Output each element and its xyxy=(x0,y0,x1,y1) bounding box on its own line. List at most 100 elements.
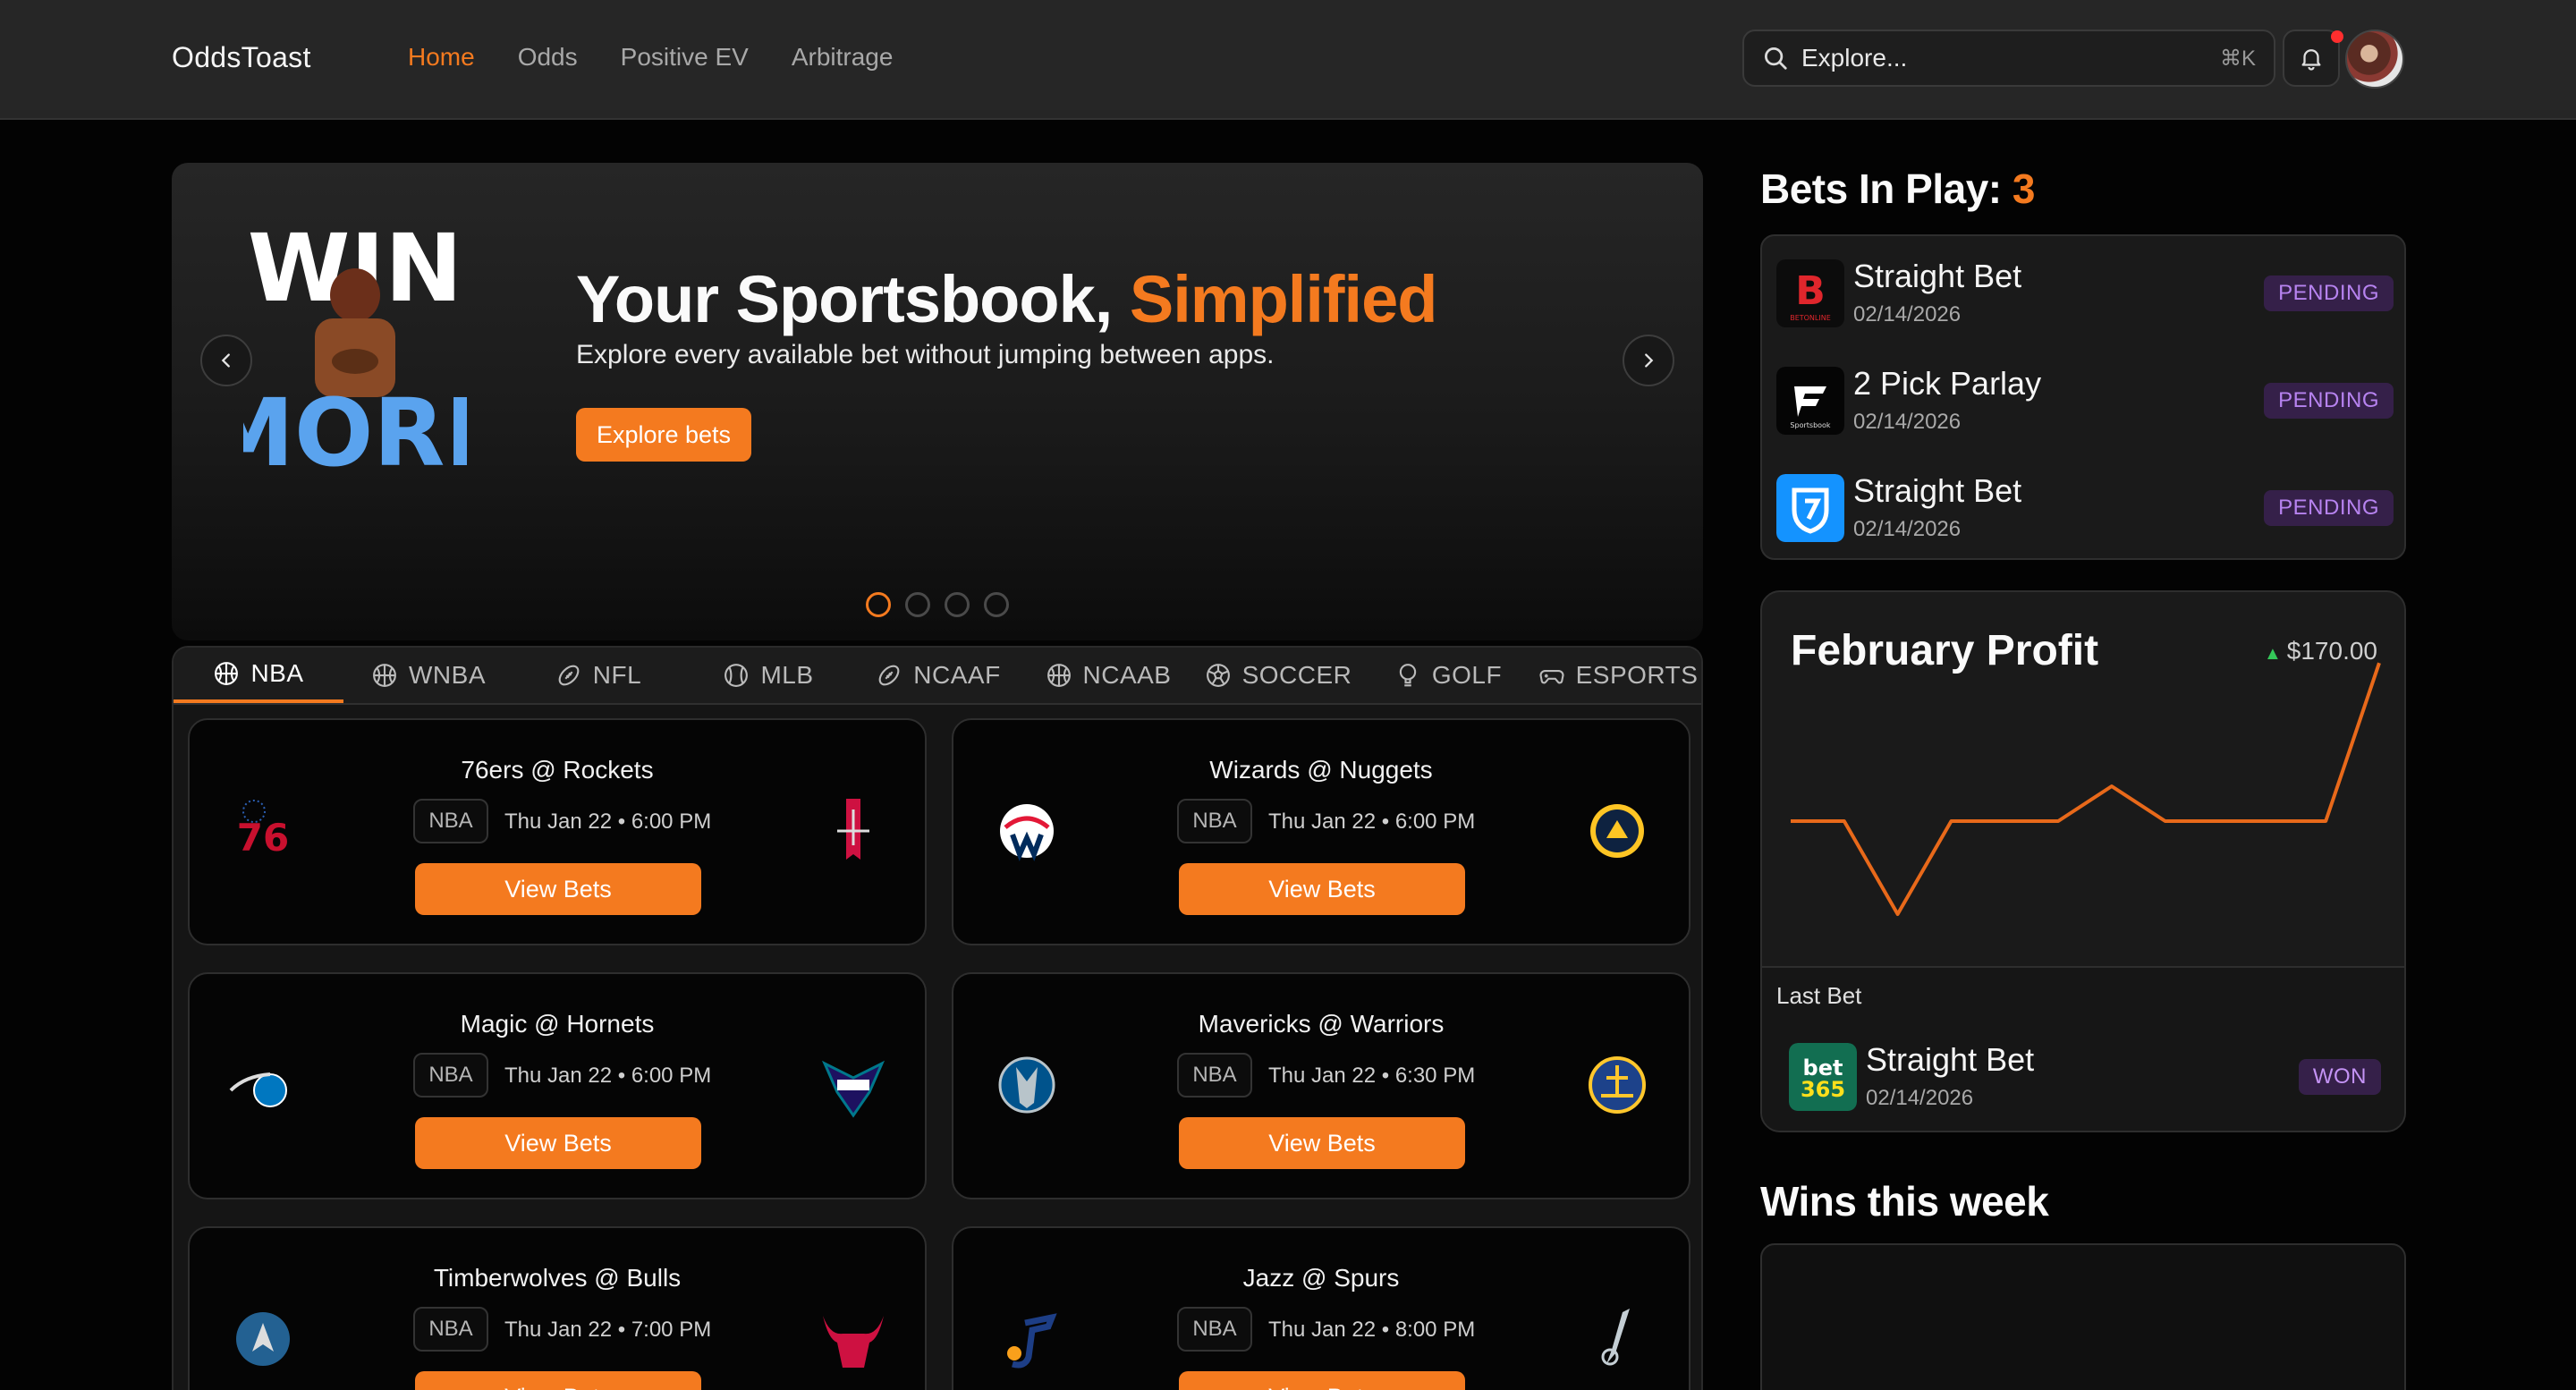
hero-title: Your Sportsbook, Simplified xyxy=(576,261,1438,337)
notification-dot xyxy=(2331,30,2343,43)
league-badge: NBA xyxy=(1177,1307,1252,1352)
tab-nfl[interactable]: NFL xyxy=(513,648,683,703)
basketball-icon xyxy=(215,662,239,685)
view-bets-button[interactable]: View Bets xyxy=(415,1371,701,1390)
search-icon xyxy=(1765,47,1787,70)
view-bets-button[interactable]: View Bets xyxy=(1179,1371,1465,1390)
game-card: Wizards @ Nuggets NBA Thu Jan 22 • 6:00 … xyxy=(952,718,1690,945)
tab-label: GOLF xyxy=(1431,661,1503,689)
bet-type: Straight Bet xyxy=(1853,472,2022,509)
spurs-logo-icon xyxy=(1601,1309,1630,1366)
svg-text:BETONLINE: BETONLINE xyxy=(1790,314,1831,322)
status-badge: PENDING xyxy=(2264,490,2394,526)
game-time: Thu Jan 22 • 6:00 PM xyxy=(504,809,712,834)
carousel-next-button[interactable] xyxy=(1623,335,1674,386)
bet-type: 2 Pick Parlay xyxy=(1853,365,2042,402)
league-badge: NBA xyxy=(1177,1053,1252,1098)
explore-bets-button[interactable]: Explore bets xyxy=(576,408,751,462)
tab-wnba[interactable]: WNBA xyxy=(343,648,513,703)
status-badge: PENDING xyxy=(2264,275,2394,311)
promo-text-more: MORE xyxy=(243,378,467,481)
chevron-left-icon xyxy=(221,353,230,368)
bet-item[interactable]: B BETONLINE Straight Bet 02/14/2026 PEND… xyxy=(1776,256,2394,327)
tab-label: NCAAF xyxy=(913,661,1001,689)
svg-text:Sportsbook: Sportsbook xyxy=(1790,421,1831,429)
bet-type: Straight Bet xyxy=(1866,1041,2035,1078)
tab-label: NBA xyxy=(250,659,304,687)
rockets-logo-icon xyxy=(837,799,869,860)
fanatics-logo: Sportsbook xyxy=(1776,367,1844,435)
user-avatar[interactable] xyxy=(2345,30,2404,89)
svg-text:76: 76 xyxy=(237,816,289,860)
status-badge: WON xyxy=(2298,1059,2381,1095)
bet365-logo: bet 365 xyxy=(1789,1043,1857,1111)
game-time: Thu Jan 22 • 6:00 PM xyxy=(1268,809,1476,834)
svg-text:B: B xyxy=(1795,268,1826,314)
view-bets-button[interactable]: View Bets xyxy=(415,863,701,915)
soccer-ball-icon xyxy=(1206,664,1230,687)
bet-item[interactable]: Sportsbook 2 Pick Parlay 02/14/2026 PEND… xyxy=(1776,363,2394,435)
profit-title: February Profit xyxy=(1791,627,2099,674)
jazz-logo-icon xyxy=(1007,1313,1057,1369)
game-card: Jazz @ Spurs NBA Thu Jan 22 • 8:00 PM Vi… xyxy=(952,1226,1690,1390)
search-placeholder: Explore... xyxy=(1801,44,1908,72)
nav-odds[interactable]: Odds xyxy=(518,43,578,72)
magic-logo-icon xyxy=(229,1072,287,1107)
league-badge: NBA xyxy=(413,1053,488,1098)
tab-label: WNBA xyxy=(409,661,486,689)
carousel-dot-4[interactable] xyxy=(984,592,1009,617)
bet-item[interactable]: Straight Bet 02/14/2026 PENDING xyxy=(1776,470,2394,542)
football-icon xyxy=(558,665,580,686)
tab-golf[interactable]: GOLF xyxy=(1363,648,1533,703)
carousel-dot-1[interactable] xyxy=(866,592,891,617)
tab-nba[interactable]: NBA xyxy=(174,648,343,703)
tab-label: MLB xyxy=(760,661,814,689)
profit-panel: February Profit ▲ $170.00 Last Bet bet 36… xyxy=(1760,590,2406,1132)
tab-mlb[interactable]: MLB xyxy=(683,648,853,703)
bet-date: 02/14/2026 xyxy=(1853,410,1962,434)
basketball-icon xyxy=(1046,664,1071,687)
nav-positive-ev[interactable]: Positive EV xyxy=(621,43,749,72)
bets-in-play-count: 3 xyxy=(2012,165,2036,212)
nav-home[interactable]: Home xyxy=(408,43,475,72)
tab-label: NCAAB xyxy=(1082,661,1172,689)
bet-date: 02/14/2026 xyxy=(1853,517,1962,541)
fanduel-logo xyxy=(1776,474,1844,542)
view-bets-button[interactable]: View Bets xyxy=(1179,1117,1465,1169)
league-badge: NBA xyxy=(413,799,488,843)
tab-ncaab[interactable]: NCAAB xyxy=(1023,648,1193,703)
hero-title-main: Your Sportsbook, xyxy=(576,262,1130,336)
tab-label: ESPORTS xyxy=(1575,661,1699,689)
carousel-prev-button[interactable] xyxy=(200,335,252,386)
tab-ncaaf[interactable]: NCAAF xyxy=(853,648,1023,703)
profit-amount: $170.00 xyxy=(2286,637,2377,665)
view-bets-button[interactable]: View Bets xyxy=(415,1117,701,1169)
nuggets-logo-icon xyxy=(1590,804,1644,858)
76ers-logo-icon: 76 xyxy=(237,800,289,860)
hero-carousel: WIN MORE Your Sportsbook, Simplified Exp… xyxy=(172,163,1703,640)
football-icon xyxy=(878,665,900,686)
bets-in-play-title: Bets In Play: 3 xyxy=(1760,165,2035,213)
warriors-logo-icon xyxy=(1589,1056,1646,1114)
keyboard-shortcut-hint: ⌘K xyxy=(2219,46,2256,71)
tab-esports[interactable]: ESPORTS xyxy=(1533,648,1701,703)
wins-this-week-title: Wins this week xyxy=(1760,1178,2049,1225)
view-bets-button[interactable]: View Bets xyxy=(1179,863,1465,915)
league-badge: NBA xyxy=(413,1307,488,1352)
game-time: Thu Jan 22 • 6:30 PM xyxy=(1268,1064,1476,1088)
nav-arbitrage[interactable]: Arbitrage xyxy=(792,43,894,72)
tab-soccer[interactable]: SOCCER xyxy=(1193,648,1363,703)
carousel-dot-2[interactable] xyxy=(905,592,930,617)
hero-title-accent: Simplified xyxy=(1129,262,1438,336)
brand-logo[interactable]: OddsToast xyxy=(172,41,311,74)
last-bet-item[interactable]: bet 365 Straight Bet 02/14/2026 WON xyxy=(1789,1039,2381,1111)
golf-ball-icon xyxy=(1399,664,1417,687)
bets-in-play-panel: B BETONLINE Straight Bet 02/14/2026 PEND… xyxy=(1760,234,2406,560)
game-time: Thu Jan 22 • 7:00 PM xyxy=(504,1318,712,1342)
search-input[interactable]: Explore... ⌘K xyxy=(1742,30,2275,87)
game-card: 76ers @ Rockets 76 NBA Thu Jan 22 • 6:00… xyxy=(188,718,927,945)
carousel-dot-3[interactable] xyxy=(945,592,970,617)
basketball-icon xyxy=(373,664,396,687)
promo-image: WIN MORE xyxy=(243,214,467,481)
matchup-title: Wizards @ Nuggets xyxy=(1209,756,1433,784)
